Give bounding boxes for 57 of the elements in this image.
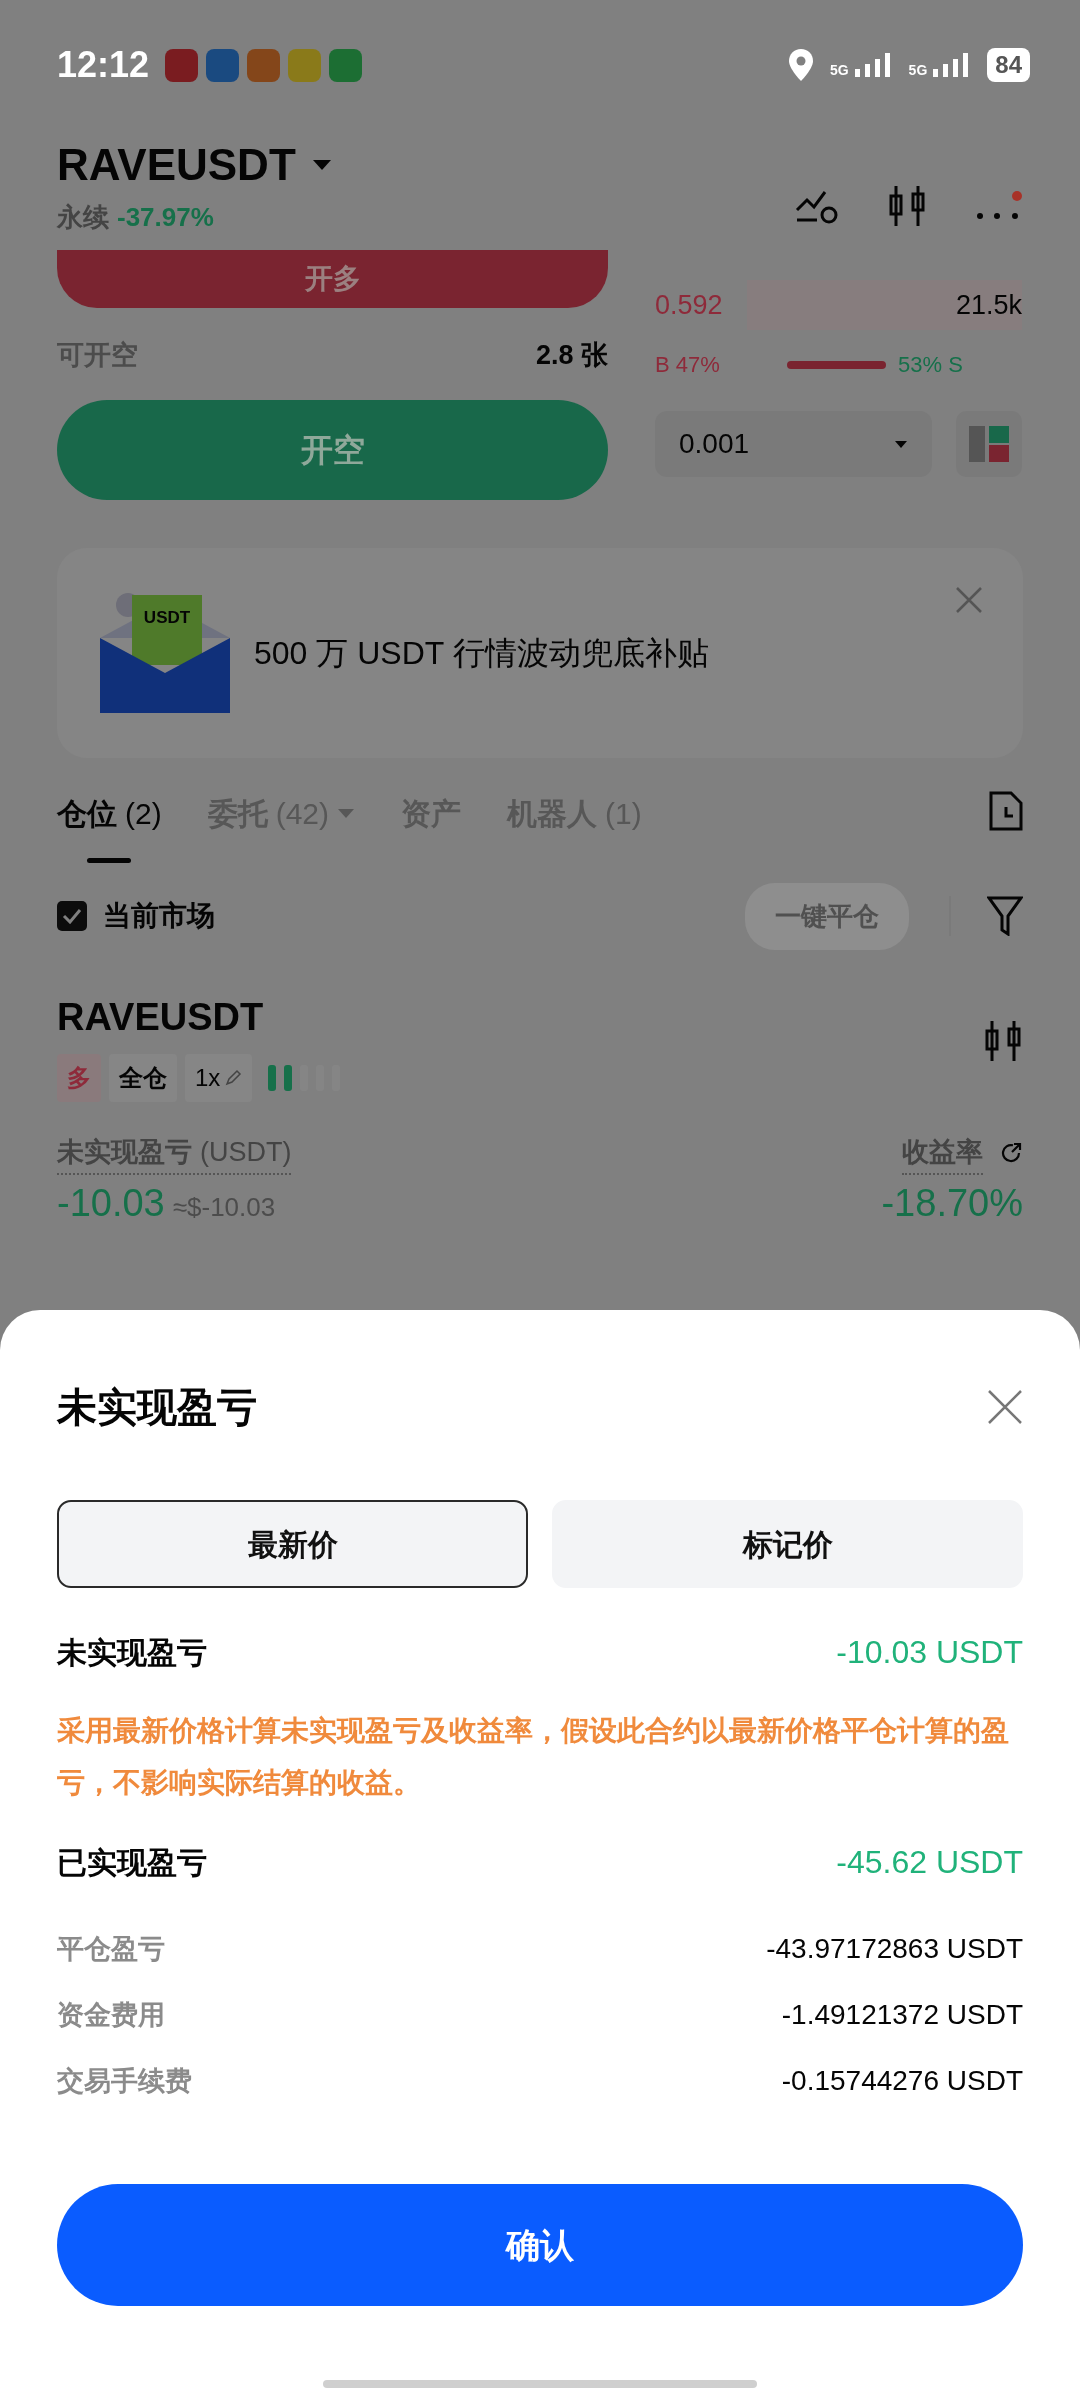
price-type-tab[interactable]: 最新价 bbox=[57, 1500, 528, 1588]
symbol-title: RAVEUSDT bbox=[57, 139, 296, 191]
promo-text: 500 万 USDT 行情波动兜底补贴 bbox=[254, 634, 709, 673]
caret-icon[interactable] bbox=[894, 439, 908, 449]
note-text: 采用最新价格计算未实现盈亏及收益率，假设此合约以最新价格平仓计算的盈亏，不影响实际结算的收益。 bbox=[57, 1713, 1010, 1800]
battery-level: 84 bbox=[987, 48, 1030, 82]
breakdown-value: -43.97172863 USDT bbox=[766, 1932, 1023, 1966]
network-label: 5G bbox=[908, 63, 928, 77]
leverage-tag[interactable]: 1x bbox=[185, 1054, 253, 1102]
short-button[interactable]: 开空 bbox=[57, 400, 608, 500]
breakdown-label: 资金费用 bbox=[57, 1998, 165, 2032]
confirm-button[interactable]: 确认 bbox=[57, 2184, 1023, 2306]
check-icon bbox=[62, 908, 82, 924]
breakdown-value: -1.49121372 USDT bbox=[781, 1998, 1023, 2032]
unrealized-value: -10.03 USDT bbox=[836, 1633, 1023, 1672]
realized-label: 已实现盈亏 bbox=[57, 1844, 207, 1881]
long-button[interactable]: 开多 bbox=[57, 250, 608, 308]
history-icon[interactable] bbox=[989, 791, 1023, 831]
contract-type: 永续 bbox=[57, 201, 109, 234]
market-label: 当前市场 bbox=[103, 899, 215, 933]
pnl-value: -10.03 bbox=[57, 1180, 165, 1226]
precision-dropdown[interactable]: 0.001 bbox=[655, 411, 932, 477]
margin-mode-tag: 全仓 bbox=[109, 1054, 177, 1102]
realized-value: -45.62 USDT bbox=[836, 1843, 1023, 1882]
sell-ratio: 53% S bbox=[898, 351, 964, 379]
roe-value: -18.70% bbox=[881, 1180, 1023, 1226]
breakdown-value: -0.15744276 USDT bbox=[781, 2064, 1023, 2098]
buy-ratio: B 47% bbox=[655, 351, 721, 379]
close-icon[interactable] bbox=[987, 1389, 1023, 1425]
close-all-button[interactable]: 一键平仓 bbox=[745, 882, 909, 950]
clock-time: 12:12 bbox=[57, 43, 150, 87]
sheet-title: 未实现盈亏 bbox=[57, 1384, 257, 1431]
side-tag: 多 bbox=[57, 1054, 101, 1102]
candlestick-icon[interactable] bbox=[887, 184, 927, 228]
usdt-label: USDT bbox=[143, 608, 191, 627]
price-change: -37.97% bbox=[117, 201, 214, 234]
network-label: 5G bbox=[829, 63, 849, 77]
ask-price: 0.592 bbox=[655, 288, 723, 322]
candlestick-icon[interactable] bbox=[983, 1019, 1023, 1063]
breakdown-label: 交易手续费 bbox=[57, 2064, 192, 2098]
signal-icon bbox=[852, 53, 893, 77]
price-type-tab[interactable]: 标记价 bbox=[552, 1500, 1023, 1588]
unrealized-label: 未实现盈亏 bbox=[57, 1634, 207, 1671]
ask-size: 21.5k bbox=[955, 288, 1022, 322]
available-value: 2.8 张 bbox=[535, 338, 608, 372]
pnl-label[interactable]: 未实现盈亏 (USDT) bbox=[57, 1132, 292, 1175]
pencil-icon[interactable] bbox=[224, 1069, 243, 1087]
location-icon bbox=[787, 48, 814, 82]
chart-icon[interactable] bbox=[795, 188, 839, 224]
position-tab[interactable]: 仓位 (2) bbox=[57, 791, 162, 836]
filter-icon[interactable] bbox=[987, 896, 1023, 936]
position-symbol: RAVEUSDT bbox=[57, 995, 265, 1040]
roe-label[interactable]: 收益率 bbox=[902, 1132, 983, 1175]
market-checkbox[interactable] bbox=[57, 901, 87, 931]
more-icon[interactable] bbox=[975, 191, 1023, 221]
caret-icon[interactable] bbox=[311, 159, 332, 171]
breakdown-label: 平仓盈亏 bbox=[57, 1932, 165, 1966]
